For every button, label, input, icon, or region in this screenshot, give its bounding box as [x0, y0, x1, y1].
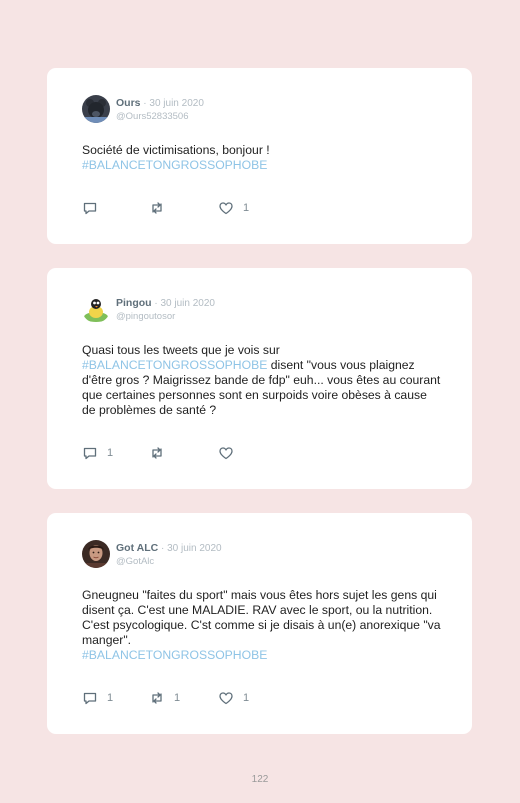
author-handle[interactable]: @GotAlc: [116, 555, 222, 568]
reply-count: 1: [107, 692, 114, 704]
tweet-card: Ours · 30 juin 2020 @Ours52833506 Sociét…: [47, 68, 472, 244]
like-button[interactable]: [218, 445, 243, 461]
author-name[interactable]: Pingou: [116, 297, 152, 309]
retweet-icon: [152, 447, 162, 459]
retweet-button[interactable]: 1: [149, 690, 180, 706]
heart-icon: [219, 202, 233, 215]
reply-icon: [83, 202, 97, 215]
page-number: 122: [251, 774, 269, 785]
hashtag-link[interactable]: #BALANCETONGROSSOPHOBE: [82, 358, 267, 372]
retweet-icon: [152, 692, 162, 704]
reply-button[interactable]: 1: [82, 445, 113, 461]
avatar[interactable]: [82, 540, 110, 568]
heart-icon: [219, 692, 233, 705]
tweet-text-content: Quasi tous les tweets que je vois sur: [82, 343, 280, 357]
penguin-avatar-icon: [82, 295, 110, 323]
author-handle[interactable]: @pingoutosor: [116, 310, 215, 323]
like-button[interactable]: 1: [218, 690, 249, 706]
reply-icon: [83, 692, 97, 705]
retweet-icon: [152, 202, 162, 214]
retweet-button[interactable]: [149, 445, 174, 461]
like-count: 1: [243, 202, 250, 214]
portrait-avatar-icon: [82, 540, 110, 568]
author-name[interactable]: Got ALC: [116, 542, 158, 554]
reply-button[interactable]: 1: [82, 690, 113, 706]
like-count: 1: [243, 692, 250, 704]
tweet-date: · 30 juin 2020: [151, 298, 215, 309]
retweet-button[interactable]: [149, 200, 174, 216]
avatar[interactable]: [82, 295, 110, 323]
avatar[interactable]: [82, 95, 110, 123]
like-button[interactable]: 1: [218, 200, 249, 216]
tweet-text: Quasi tous les tweets que je vois sur #B…: [82, 343, 442, 418]
author-name[interactable]: Ours: [116, 97, 141, 109]
retweet-count: 1: [174, 692, 181, 704]
tweet-text-content: Gneugneu "faites du sport" mais vous ête…: [82, 588, 441, 647]
reply-icon: [83, 447, 97, 460]
tweet-text: Société de victimisations, bonjour ! #BA…: [82, 143, 442, 173]
tweet-card: Got ALC · 30 juin 2020 @GotAlc Gneugneu …: [47, 513, 472, 734]
reply-count: 1: [107, 447, 114, 459]
hashtag-link[interactable]: #BALANCETONGROSSOPHOBE: [82, 648, 267, 662]
author-handle[interactable]: @Ours52833506: [116, 110, 204, 123]
reply-button[interactable]: [82, 200, 107, 216]
tweet-text-content: Société de victimisations, bonjour !: [82, 143, 270, 157]
tweet-date: · 30 juin 2020: [158, 543, 222, 554]
tweet-card: Pingou · 30 juin 2020 @pingoutosor Quasi…: [47, 268, 472, 489]
bear-avatar-icon: [82, 95, 110, 123]
tweet-date: · 30 juin 2020: [140, 98, 204, 109]
hashtag-link[interactable]: #BALANCETONGROSSOPHOBE: [82, 158, 267, 172]
tweet-text: Gneugneu "faites du sport" mais vous ête…: [82, 588, 442, 663]
heart-icon: [219, 447, 233, 460]
